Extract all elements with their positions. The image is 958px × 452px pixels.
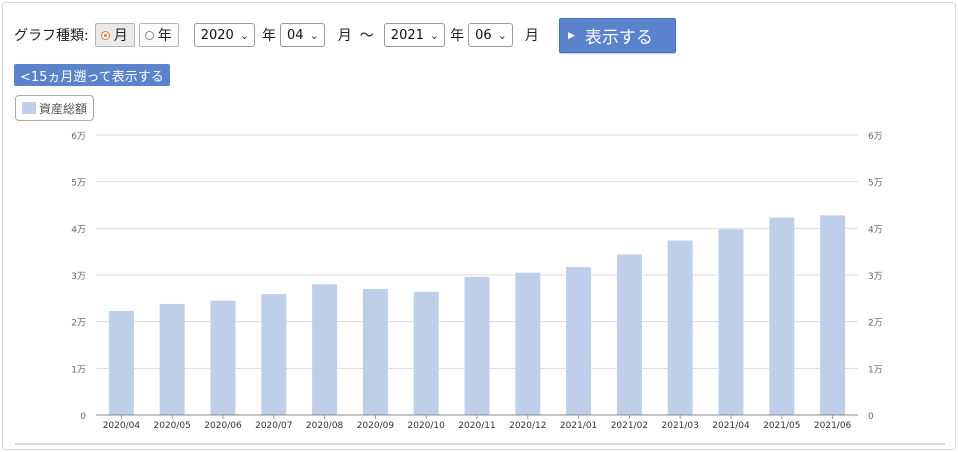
y-tick-label-right: 0 xyxy=(868,412,874,422)
y-tick-label-right: 4万 xyxy=(868,225,883,235)
y-tick-label: 4万 xyxy=(71,225,86,235)
y-tick-label-right: 1万 xyxy=(868,365,883,375)
bar xyxy=(667,240,693,415)
y-tick-label: 6万 xyxy=(71,132,86,142)
x-tick-label: 2021/06 xyxy=(814,421,852,431)
y-tick-label-right: 2万 xyxy=(868,319,883,329)
x-tick-label: 2020/11 xyxy=(458,421,495,431)
bar-chart: 0 0 1万 1万 2万 2万 3万 3万 4万 4万 5万 5万 6万 6万 2020/04 2020/05… xyxy=(71,132,883,431)
y-tick-label: 1万 xyxy=(71,365,86,375)
x-tick-label: 2020/04 xyxy=(103,421,141,431)
bar xyxy=(616,254,642,415)
y-tick-label: 2万 xyxy=(71,319,86,329)
bar xyxy=(108,310,134,415)
bar xyxy=(464,276,490,415)
x-tick-label: 2020/10 xyxy=(408,421,446,431)
bar xyxy=(718,229,744,415)
x-tick-label: 2021/05 xyxy=(763,421,800,431)
x-tick-label: 2021/01 xyxy=(560,421,597,431)
bar xyxy=(769,217,795,415)
bar xyxy=(515,272,541,415)
y-tick-label-right: 3万 xyxy=(868,272,883,282)
bar xyxy=(210,300,236,415)
x-tick-label: 2020/08 xyxy=(306,421,344,431)
x-tick-label: 2020/09 xyxy=(357,421,395,431)
bar xyxy=(261,294,287,415)
x-tick-label: 2021/02 xyxy=(611,421,648,431)
y-tick-label: 0 xyxy=(80,412,86,422)
y-tick-label: 5万 xyxy=(71,179,86,189)
x-tick-label: 2020/07 xyxy=(255,421,292,431)
x-tick-label: 2021/04 xyxy=(712,421,750,431)
y-tick-label-right: 6万 xyxy=(868,132,883,142)
bar xyxy=(413,291,439,415)
x-tick-label: 2020/12 xyxy=(509,421,546,431)
bar xyxy=(566,267,592,415)
x-tick-label: 2020/06 xyxy=(204,421,242,431)
y-tick-label-right: 5万 xyxy=(868,179,883,189)
y-tick-label: 3万 xyxy=(71,272,86,282)
bar xyxy=(820,215,846,415)
bottom-divider xyxy=(15,443,945,445)
x-tick-label: 2021/03 xyxy=(662,421,699,431)
bar xyxy=(159,303,185,415)
bar xyxy=(312,284,338,415)
bar xyxy=(362,289,388,415)
x-tick-label: 2020/05 xyxy=(154,421,191,431)
